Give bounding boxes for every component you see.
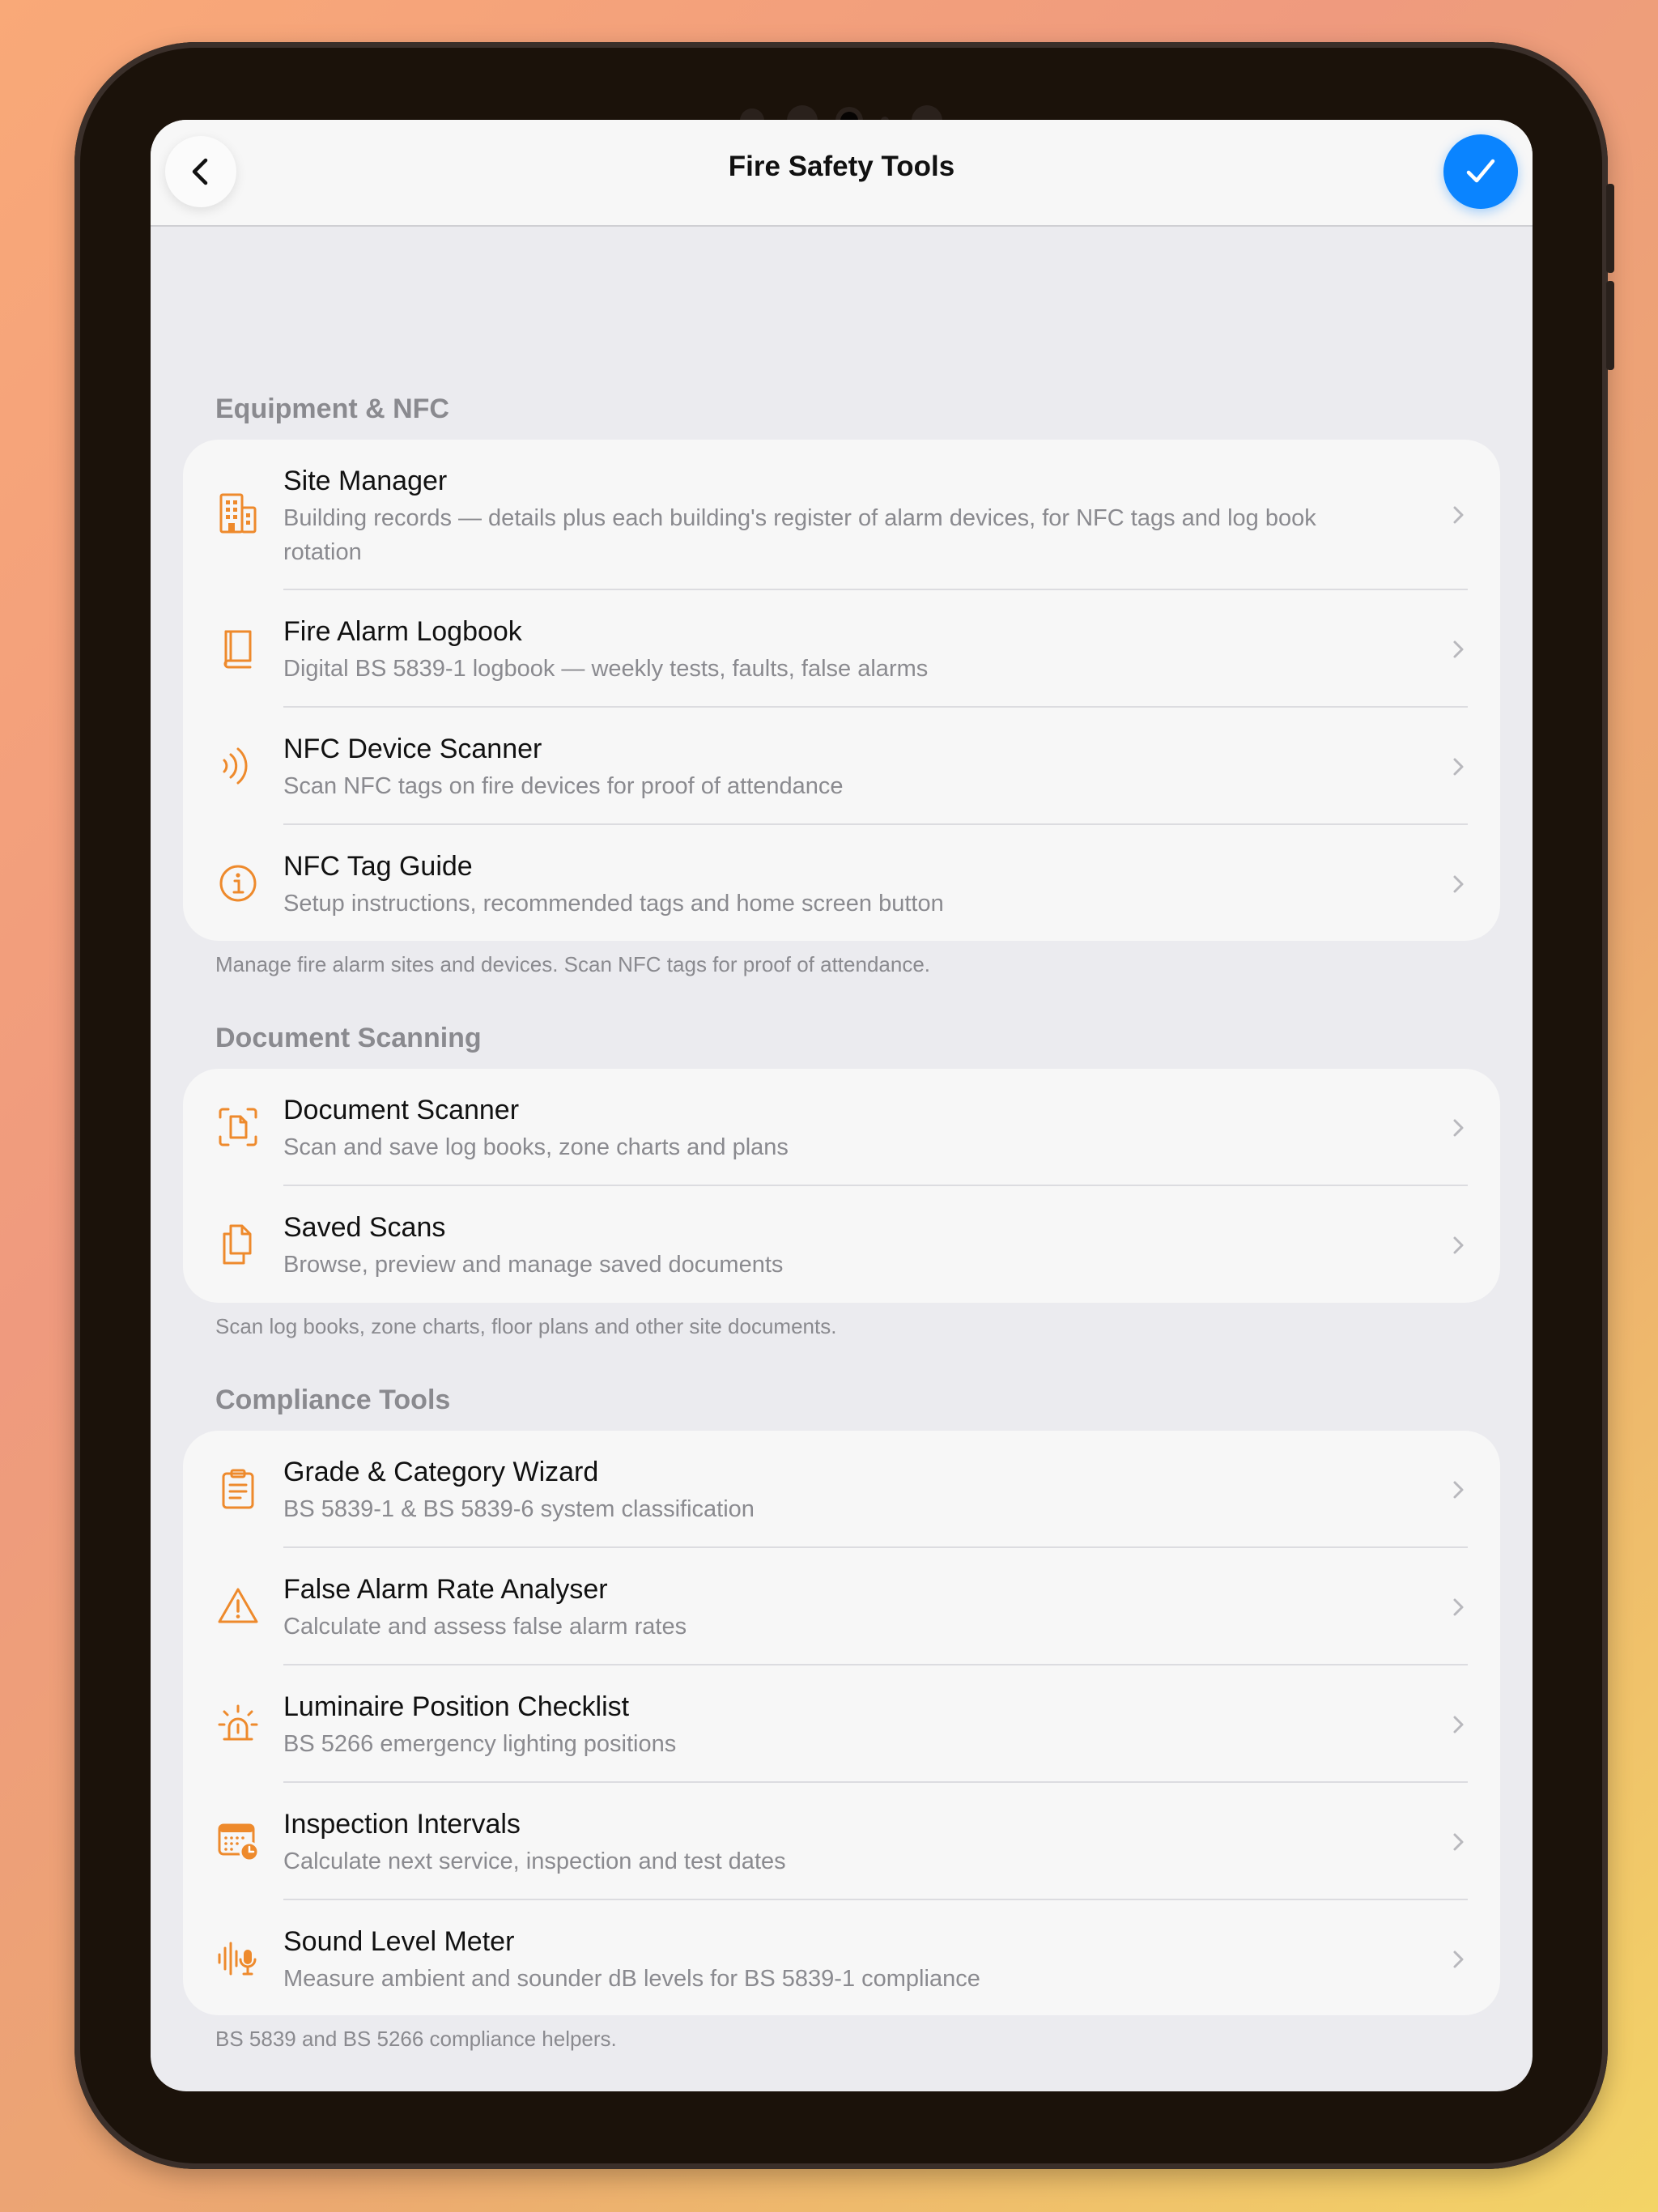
item-subtitle: Browse, preview and manage saved documen…	[283, 1252, 784, 1278]
nfc-waves-icon	[215, 743, 261, 789]
list-item-grade-category-wizard[interactable]: Grade & Category Wizard BS 5839-1 & BS 5…	[183, 1431, 1500, 1548]
list-item-fire-alarm-logbook[interactable]: Fire Alarm Logbook Digital BS 5839-1 log…	[183, 590, 1500, 708]
chevron-right-icon	[1453, 758, 1464, 776]
list-item-site-manager[interactable]: Site Manager Building records — details …	[183, 440, 1500, 590]
chevron-right-icon	[1453, 1119, 1464, 1137]
section-card-equipment: Site Manager Building records — details …	[183, 440, 1500, 941]
navigation-bar: Fire Safety Tools	[151, 120, 1533, 227]
light-beacon-icon	[215, 1701, 261, 1746]
list-item-nfc-tag-guide[interactable]: NFC Tag Guide Setup instructions, recomm…	[183, 825, 1500, 941]
chevron-right-icon	[1453, 1950, 1464, 1968]
list-item-document-scanner[interactable]: Document Scanner Scan and save log books…	[183, 1069, 1500, 1186]
side-button-bottom	[1606, 281, 1614, 370]
side-button-top	[1606, 184, 1614, 273]
chevron-right-icon	[1453, 1481, 1464, 1499]
item-title: Document Scanner	[283, 1095, 520, 1125]
item-title: NFC Device Scanner	[283, 734, 542, 764]
warning-triangle-icon	[215, 1584, 261, 1629]
section-header-compliance: Compliance Tools	[215, 1385, 451, 1415]
list-item-sound-level-meter[interactable]: Sound Level Meter Measure ambient and so…	[183, 1900, 1500, 2015]
item-subtitle: Scan NFC tags on fire devices for proof …	[283, 773, 844, 799]
item-subtitle: Calculate and assess false alarm rates	[283, 1614, 687, 1640]
chevron-right-icon	[1453, 506, 1464, 524]
book-icon	[215, 626, 261, 671]
item-subtitle: Calculate next service, inspection and t…	[283, 1848, 786, 1874]
item-title: Sound Level Meter	[283, 1926, 515, 1957]
app-screen: Fire Safety Tools Equipment & NFC Site M…	[151, 120, 1533, 2091]
section-card-document-scanning: Document Scanner Scan and save log books…	[183, 1069, 1500, 1303]
chevron-right-icon	[1453, 875, 1464, 893]
item-title: False Alarm Rate Analyser	[283, 1574, 608, 1605]
info-icon	[215, 861, 261, 906]
chevron-right-icon	[1453, 1716, 1464, 1733]
item-subtitle: Measure ambient and sounder dB levels fo…	[283, 1966, 980, 1992]
page-title: Fire Safety Tools	[728, 151, 955, 182]
item-title: Inspection Intervals	[283, 1809, 521, 1840]
item-title: Luminaire Position Checklist	[283, 1691, 630, 1722]
list-item-inspection-intervals[interactable]: Inspection Intervals Calculate next serv…	[183, 1783, 1500, 1900]
item-title: Saved Scans	[283, 1212, 446, 1243]
chevron-right-icon	[1453, 1833, 1464, 1851]
list-item-false-alarm-rate-analyser[interactable]: False Alarm Rate Analyser Calculate and …	[183, 1548, 1500, 1665]
documents-stack-icon	[215, 1222, 261, 1267]
section-footer-document-scanning: Scan log books, zone charts, floor plans…	[215, 1314, 837, 1338]
checkmark-icon	[1466, 159, 1495, 183]
item-subtitle: Scan and save log books, zone charts and…	[283, 1134, 789, 1160]
item-subtitle: BS 5266 emergency lighting positions	[283, 1731, 677, 1757]
calendar-clock-icon	[215, 1819, 261, 1864]
clipboard-icon	[215, 1466, 261, 1512]
item-title: NFC Tag Guide	[283, 851, 473, 882]
item-title: Site Manager	[283, 466, 448, 496]
list-item-nfc-device-scanner[interactable]: NFC Device Scanner Scan NFC tags on fire…	[183, 708, 1500, 825]
list-item-luminaire-position-checklist[interactable]: Luminaire Position Checklist BS 5266 eme…	[183, 1665, 1500, 1783]
item-title: Fire Alarm Logbook	[283, 616, 522, 647]
building-icon	[215, 491, 261, 536]
item-subtitle: Digital BS 5839-1 logbook — weekly tests…	[283, 656, 929, 682]
section-footer-equipment: Manage fire alarm sites and devices. Sca…	[215, 952, 931, 976]
item-subtitle: Building records — details plus each bui…	[283, 505, 1316, 565]
section-header-equipment: Equipment & NFC	[215, 393, 449, 424]
chevron-right-icon	[1453, 640, 1464, 658]
chevron-right-icon	[1453, 1598, 1464, 1616]
item-title: Grade & Category Wizard	[283, 1457, 599, 1487]
item-subtitle: BS 5839-1 & BS 5839-6 system classificat…	[283, 1496, 755, 1522]
section-card-compliance: Grade & Category Wizard BS 5839-1 & BS 5…	[183, 1431, 1500, 2015]
document-scan-icon	[215, 1104, 261, 1150]
list-item-saved-scans[interactable]: Saved Scans Browse, preview and manage s…	[183, 1186, 1500, 1303]
sound-meter-icon	[215, 1936, 261, 1981]
section-footer-compliance: BS 5839 and BS 5266 compliance helpers.	[215, 2027, 617, 2051]
item-subtitle: Setup instructions, recommended tags and…	[283, 891, 944, 917]
chevron-right-icon	[1453, 1236, 1464, 1254]
section-header-document-scanning: Document Scanning	[215, 1023, 482, 1053]
done-button[interactable]	[1443, 134, 1518, 209]
